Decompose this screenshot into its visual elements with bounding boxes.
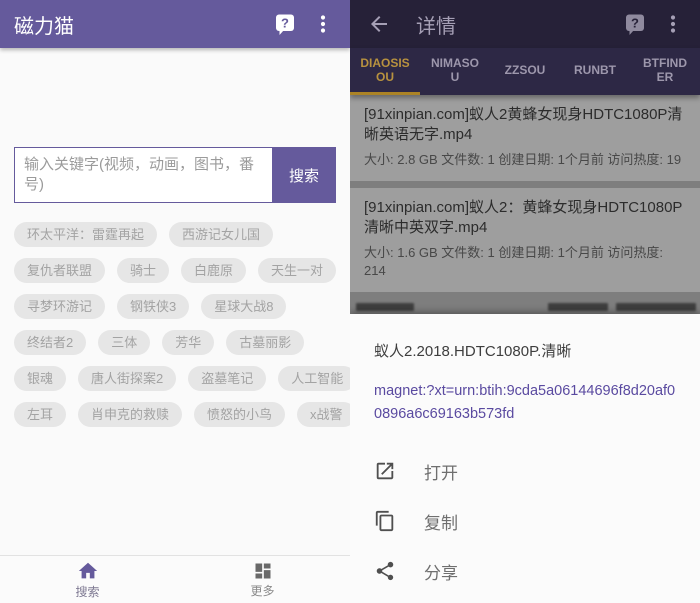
keyword-chip[interactable]: 愤怒的小鸟 <box>194 402 285 427</box>
svg-text:?: ? <box>281 16 289 31</box>
keyword-chip[interactable]: 西游记女儿国 <box>169 222 273 247</box>
keyword-chip[interactable]: 天生一对 <box>258 258 336 283</box>
open-action[interactable]: 打开 <box>374 446 676 496</box>
keyword-chip[interactable]: 银魂 <box>14 366 66 391</box>
nav-item-search[interactable]: 搜索 <box>0 556 175 603</box>
keyword-chip[interactable]: 寻梦环游记 <box>14 294 105 319</box>
result-item[interactable]: [91xinpian.com]蚁人2黄蜂女现身HDTC1080P清晰英语无字.m… <box>350 95 700 181</box>
more-vert-icon <box>661 12 685 36</box>
nav-item-more[interactable]: 更多 <box>175 556 350 603</box>
result-list: [91xinpian.com]蚁人2黄蜂女现身HDTC1080P清晰英语无字.m… <box>350 95 700 292</box>
page-title: 详情 <box>416 10 612 39</box>
search-bar: 输入关键字(视频，动画，图书，番号) 搜索 <box>14 147 336 203</box>
overflow-menu-button[interactable] <box>308 9 338 39</box>
keyword-chip[interactable]: 盗墓笔记 <box>188 366 266 391</box>
share-label: 分享 <box>424 559 458 584</box>
grid-icon <box>253 561 273 581</box>
keyword-chip[interactable]: 人工智能 <box>278 366 350 391</box>
clipped-text <box>356 303 414 311</box>
nav-label-more: 更多 <box>250 582 274 599</box>
bottom-navigation: 搜索 更多 <box>0 555 350 603</box>
search-input[interactable]: 输入关键字(视频，动画，图书，番号) <box>14 147 272 203</box>
source-tab[interactable]: BTFIND ER <box>630 48 700 95</box>
right-app-bar: 详情 ? <box>350 0 700 48</box>
keyword-chip[interactable]: 复仇者联盟 <box>14 258 105 283</box>
keyword-chip[interactable]: 钢铁侠3 <box>117 294 189 319</box>
share-action[interactable]: 分享 <box>374 546 676 596</box>
copy-label: 复制 <box>424 509 458 534</box>
result-title: [91xinpian.com]蚁人2：黄蜂女现身HDTC1080P清晰中英双字.… <box>364 198 686 238</box>
keyword-chip[interactable]: 芳华 <box>162 330 214 355</box>
keyword-chip[interactable]: 星球大战8 <box>201 294 286 319</box>
keyword-chip[interactable]: 白鹿原 <box>181 258 246 283</box>
result-item[interactable]: [91xinpian.com]蚁人2：黄蜂女现身HDTC1080P清晰中英双字.… <box>350 188 700 292</box>
result-meta: 大小: 1.6 GB 文件数: 1 创建日期: 1个月前 访问热度: 214 <box>364 244 686 280</box>
sheet-actions: 打开 复制 分享 <box>374 446 676 596</box>
clipped-text <box>616 303 696 311</box>
sheet-title: 蚁人2.2018.HDTC1080P.清晰 <box>374 340 676 361</box>
share-icon <box>374 559 398 583</box>
app-title: 磁力猫 <box>14 10 262 39</box>
clipped-text <box>548 303 608 311</box>
keyword-chip[interactable]: 环太平洋：雷霆再起 <box>14 222 157 247</box>
back-button[interactable] <box>364 9 394 39</box>
keyword-chip[interactable]: 古墓丽影 <box>226 330 304 355</box>
keyword-chip[interactable]: 左耳 <box>14 402 66 427</box>
help-bubble-icon: ? <box>623 12 647 36</box>
keyword-chip[interactable]: 唐人街探案2 <box>78 366 176 391</box>
open-external-icon <box>374 459 398 483</box>
copy-icon <box>374 509 398 533</box>
source-tab-label: BTFIND ER <box>643 56 687 84</box>
result-meta: 大小: 2.8 GB 文件数: 1 创建日期: 1个月前 访问热度: 19 <box>364 151 686 169</box>
keyword-chip[interactable]: 三体 <box>98 330 150 355</box>
source-tab[interactable]: DIAOSIS OU <box>350 48 420 95</box>
hot-keywords: 环太平洋：雷霆再起西游记女儿国 复仇者联盟骑士白鹿原天生一对 寻梦环游记钢铁侠3… <box>8 222 342 427</box>
source-tab-label: DIAOSIS OU <box>360 56 409 84</box>
search-button[interactable]: 搜索 <box>272 147 336 203</box>
back-arrow-icon <box>367 12 391 36</box>
open-label: 打开 <box>424 459 458 484</box>
source-tab[interactable]: NIMASO U <box>420 48 490 95</box>
source-tab-label: ZZSOU <box>505 63 546 77</box>
magnet-link[interactable]: magnet:?xt=urn:btih:9cda5a06144696f8d20a… <box>374 380 676 426</box>
help-button-dimmed[interactable]: ? <box>620 9 650 39</box>
source-tab-label: NIMASO U <box>431 56 479 84</box>
search-placeholder: 输入关键字(视频，动画，图书，番号) <box>24 156 254 193</box>
source-tab-label: RUNBT <box>574 63 616 77</box>
svg-text:?: ? <box>631 16 639 31</box>
keyword-chip[interactable]: 骑士 <box>117 258 169 283</box>
left-app-bar: 磁力猫 ? <box>0 0 350 48</box>
source-tab[interactable]: ZZSOU <box>490 48 560 95</box>
help-button[interactable]: ? <box>270 9 300 39</box>
home-icon <box>77 560 99 582</box>
keyword-chip[interactable]: 终结者2 <box>14 330 86 355</box>
result-title: [91xinpian.com]蚁人2黄蜂女现身HDTC1080P清晰英语无字.m… <box>364 105 686 145</box>
source-tabs: DIAOSIS OU NIMASO U ZZSOU RUNBT BTFIND E… <box>350 48 700 95</box>
keyword-chip[interactable]: x战警 <box>297 402 350 427</box>
copy-action[interactable]: 复制 <box>374 496 676 546</box>
more-vert-icon <box>311 12 335 36</box>
keyword-chip[interactable]: 肖申克的救赎 <box>78 402 182 427</box>
search-screen: 磁力猫 ? 输入关键字(视频，动画，图书，番号) 搜索 环太平洋：雷霆再起西游记… <box>0 0 350 603</box>
overflow-menu-button-dimmed[interactable] <box>658 9 688 39</box>
magnet-bottom-sheet: 蚁人2.2018.HDTC1080P.清晰 magnet:?xt=urn:bti… <box>350 314 700 603</box>
nav-label-search: 搜索 <box>75 583 99 600</box>
detail-screen: 详情 ? DIAOSIS OU NIMASO U ZZSOU <box>350 0 700 603</box>
help-bubble-icon: ? <box>273 12 297 36</box>
source-tab[interactable]: RUNBT <box>560 48 630 95</box>
